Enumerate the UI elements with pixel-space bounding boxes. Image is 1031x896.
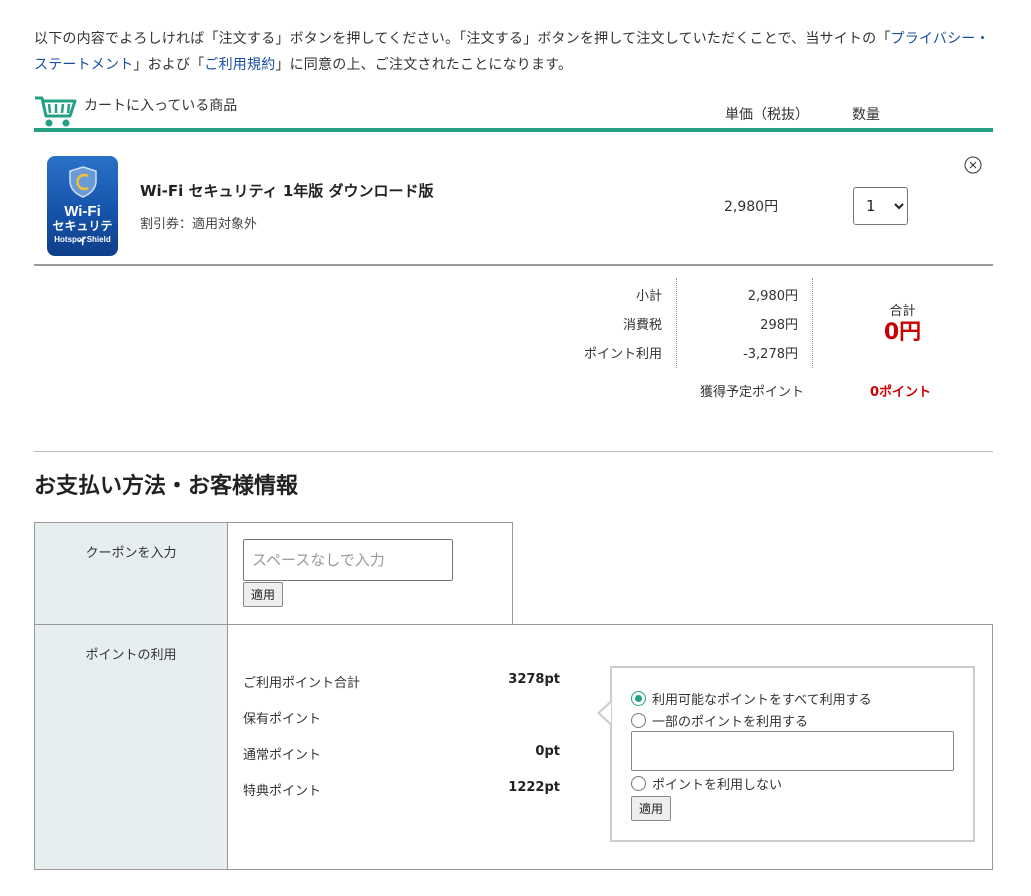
shield-icon <box>69 166 97 198</box>
notice-bracket-close: 」および「 <box>133 57 205 73</box>
earned-points-value: 0ポイント <box>870 385 932 400</box>
earned-points-label: 獲得予定ポイント <box>700 385 805 400</box>
option-no-points-label: ポイントを利用しない <box>652 777 783 793</box>
held-points-label: 保有ポイント <box>243 712 322 727</box>
subtotal-value: 2,980円 <box>747 289 798 304</box>
product-image-text-brand: Hotspot Shield <box>54 235 111 244</box>
terms-of-use-link[interactable]: ご利用規約 <box>204 57 275 73</box>
summary-divider <box>812 278 813 368</box>
notice-text-2: 」に同意の上、ご注文されたことになります。 <box>275 57 573 73</box>
notice-bracket-open: 「 <box>876 31 891 47</box>
radio-use-all-points[interactable] <box>631 690 646 706</box>
coupon-label-cell: クーポンを入力 <box>34 522 228 625</box>
partial-points-input[interactable] <box>631 731 954 771</box>
option-use-all-points[interactable]: 利用可能なポイントをすべて利用する <box>631 689 872 708</box>
point-usage-label: ポイント利用 <box>583 347 662 362</box>
points-box-pointer-inner <box>600 703 611 723</box>
regular-points-label: 通常ポイント <box>243 748 322 763</box>
product-name: Wi-Fi セキュリティ 1年版 ダウンロード版 <box>140 182 434 200</box>
subtotal-label: 小計 <box>635 289 662 304</box>
coupon-apply-button[interactable]: 適用 <box>243 582 284 607</box>
section-divider <box>34 451 993 452</box>
product-coupon-status: 割引券：適用対象外 <box>140 217 258 232</box>
product-image: Wi-Fi セキュリティ Hotspot Shield <box>47 156 118 256</box>
remove-item-icon[interactable] <box>964 156 982 174</box>
bonus-points-label: 特典ポイント <box>243 784 322 799</box>
points-label: ポイントの利用 <box>85 648 177 663</box>
cart-title: カートに入っている商品 <box>84 98 238 114</box>
payment-section-title: お支払い方法・お客様情報 <box>34 474 299 499</box>
option-use-all-label: 利用可能なポイントをすべて利用する <box>652 692 872 708</box>
option-use-partial-points[interactable]: 一部のポイントを利用する <box>631 711 809 730</box>
radio-no-points[interactable] <box>631 775 646 791</box>
regular-points-value: 0pt <box>535 744 560 759</box>
product-image-text-wifi: Wi-Fi <box>64 203 101 220</box>
column-unit-price: 単価（税抜） <box>725 107 809 123</box>
cart-item-row: Wi-Fi セキュリティ Hotspot Shield Wi-Fi セキュリティ… <box>34 136 993 266</box>
product-unit-price: 2,980円 <box>724 199 779 215</box>
total-value: 0円 <box>883 320 922 345</box>
summary-divider <box>676 278 677 368</box>
radio-use-partial-points[interactable] <box>631 712 646 728</box>
points-total-label: ご利用ポイント合計 <box>243 676 361 691</box>
option-use-partial-label: 一部のポイントを利用する <box>652 714 809 730</box>
option-no-points[interactable]: ポイントを利用しない <box>631 774 783 793</box>
tax-value: 298円 <box>760 318 798 333</box>
points-total-value: 3278pt <box>508 672 560 687</box>
notice-text-1: 以下の内容でよろしければ「注文する」ボタンを押してください。「注文する」ボタンを… <box>34 31 877 47</box>
cart-header: カートに入っている商品 単価（税抜） 数量 <box>34 92 993 132</box>
point-usage-value: -3,278円 <box>743 347 798 362</box>
column-quantity: 数量 <box>852 107 880 123</box>
coupon-input[interactable] <box>243 539 453 581</box>
points-label-cell: ポイントの利用 <box>34 624 228 870</box>
bonus-points-value: 1222pt <box>508 780 560 795</box>
shopping-cart-icon <box>35 96 77 127</box>
quantity-select[interactable]: 1 <box>853 187 908 225</box>
coupon-label: クーポンを入力 <box>85 546 177 561</box>
order-notice: 以下の内容でよろしければ「注文する」ボタンを押してください。「注文する」ボタンを… <box>34 26 999 78</box>
tax-label: 消費税 <box>622 318 662 333</box>
points-apply-button[interactable]: 適用 <box>631 796 672 821</box>
